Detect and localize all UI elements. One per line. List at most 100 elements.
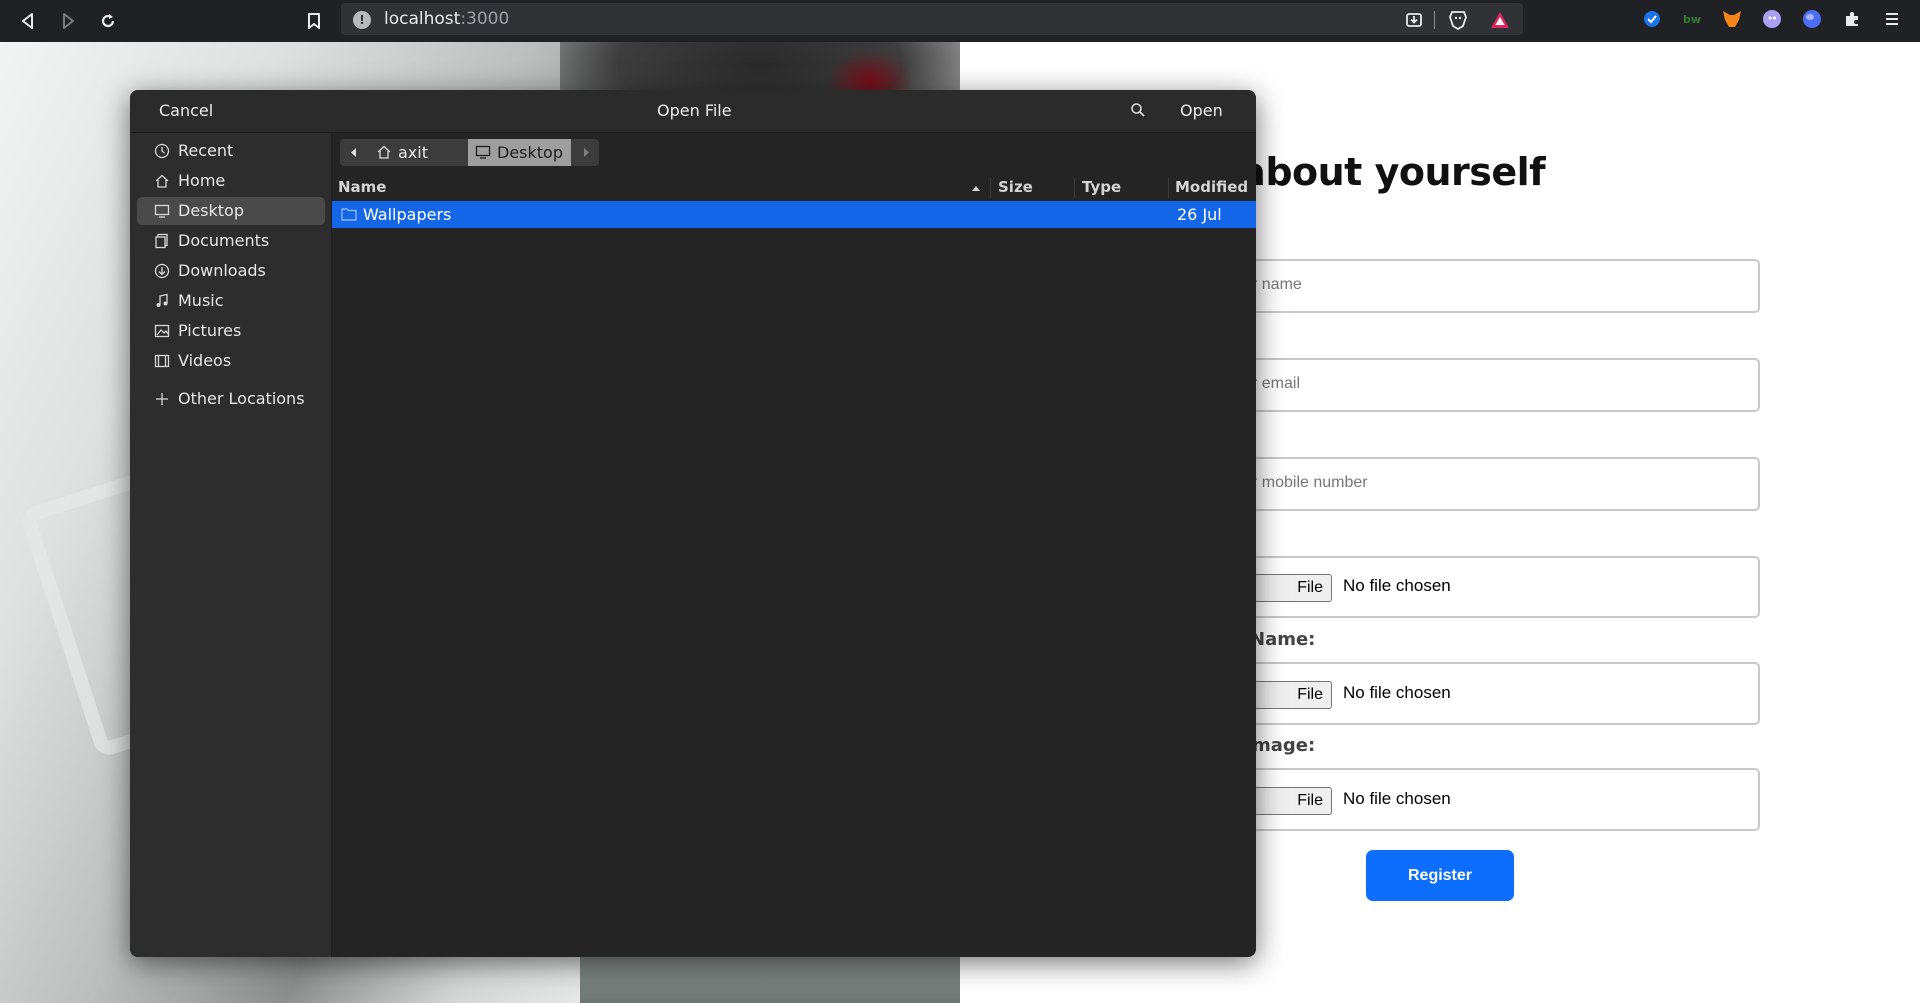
- choose-file-button[interactable]: File: [1250, 574, 1332, 602]
- folder-icon: [341, 208, 357, 221]
- choose-file-button[interactable]: File: [1250, 681, 1332, 709]
- file-name: Wallpapers: [363, 205, 452, 224]
- extension-fox-button[interactable]: [1720, 7, 1744, 31]
- forward-arrow-icon: [63, 13, 74, 29]
- file-row[interactable]: Wallpapers 26 Jul: [332, 201, 1256, 228]
- address-bar[interactable]: ! localhost:3000: [341, 3, 1523, 35]
- sidebar-item-videos[interactable]: Videos: [137, 347, 325, 375]
- extension-globe-button[interactable]: [1800, 7, 1824, 31]
- search-button[interactable]: [1130, 102, 1150, 122]
- sidebar-item-documents[interactable]: Documents: [137, 227, 325, 255]
- column-modified[interactable]: Modified: [1175, 178, 1248, 196]
- chevron-left-icon: [351, 148, 356, 157]
- sidebar-item-label: Downloads: [178, 261, 266, 280]
- extension-check-button[interactable]: [1640, 7, 1664, 31]
- site-info-icon[interactable]: !: [353, 11, 371, 29]
- mobile-placeholder: r mobile number: [1252, 474, 1368, 491]
- file-input-3[interactable]: File No file chosen: [1180, 768, 1760, 831]
- sidebar-item-downloads[interactable]: Downloads: [137, 257, 325, 285]
- desktop-icon: [154, 204, 170, 218]
- extensions-button[interactable]: [1840, 7, 1864, 31]
- sidebar-item-label: Music: [178, 291, 224, 310]
- reload-icon: [101, 14, 115, 28]
- cancel-button[interactable]: Cancel: [159, 101, 213, 120]
- check-badge-icon: [1644, 11, 1660, 27]
- path-forward-button[interactable]: [571, 139, 599, 166]
- desktop-icon: [475, 145, 491, 159]
- register-button[interactable]: Register: [1366, 850, 1514, 901]
- ghost-icon: [1763, 10, 1781, 28]
- email-input[interactable]: r email: [1180, 358, 1760, 412]
- file-input-1[interactable]: File No file chosen: [1180, 556, 1760, 618]
- file-label-image: mage:: [1252, 735, 1316, 756]
- open-button[interactable]: Open: [1180, 101, 1223, 120]
- rewards-button[interactable]: [1489, 9, 1511, 31]
- file-status: No file chosen: [1343, 576, 1451, 595]
- plus-icon: [156, 393, 168, 405]
- sidebar-item-desktop[interactable]: Desktop: [137, 197, 325, 225]
- videos-icon: [154, 354, 170, 368]
- fox-icon: [1723, 11, 1741, 27]
- sidebar-item-recent[interactable]: Recent: [137, 137, 325, 165]
- path-segment-desktop[interactable]: Desktop: [468, 139, 571, 166]
- sidebar-item-label: Desktop: [178, 201, 244, 220]
- dialog-title: Open File: [657, 101, 732, 120]
- sidebar-item-label: Recent: [178, 141, 234, 160]
- mobile-input[interactable]: r mobile number: [1180, 457, 1760, 511]
- column-name[interactable]: Name: [338, 178, 386, 196]
- sidebar-item-pictures[interactable]: Pictures: [137, 317, 325, 345]
- column-separator: [990, 178, 991, 198]
- url-separator: [1434, 11, 1435, 29]
- puzzle-icon: [1846, 12, 1858, 26]
- sidebar-item-music[interactable]: Music: [137, 287, 325, 315]
- email-placeholder: r email: [1252, 375, 1301, 392]
- open-file-dialog: Cancel Open File Open Recent Home Deskto…: [130, 90, 1256, 957]
- path-segment-label: Desktop: [497, 143, 563, 162]
- extension-ghost-button[interactable]: [1760, 7, 1784, 31]
- chevron-right-icon: [584, 148, 589, 157]
- column-size[interactable]: Size: [998, 178, 1033, 196]
- sort-ascending-icon: [972, 186, 980, 191]
- url-text: localhost:3000: [384, 9, 510, 29]
- column-separator: [1074, 178, 1075, 198]
- download-icon: [1406, 13, 1422, 27]
- sidebar-item-label: Pictures: [178, 321, 242, 340]
- bookmark-icon: [308, 13, 320, 29]
- download-icon: [154, 263, 170, 279]
- search-icon: [1131, 103, 1145, 117]
- forward-button[interactable]: [52, 5, 84, 37]
- file-status: No file chosen: [1343, 789, 1451, 808]
- shields-button[interactable]: [1447, 9, 1469, 31]
- pictures-icon: [154, 324, 170, 338]
- dialog-header: Cancel Open File Open: [130, 90, 1256, 133]
- home-icon: [377, 145, 391, 159]
- hamburger-menu-icon: [1886, 13, 1898, 25]
- path-back-button[interactable]: [340, 139, 368, 166]
- extension-bw-button[interactable]: bw: [1680, 7, 1704, 31]
- globe-icon: [1803, 10, 1821, 28]
- file-input-2[interactable]: File No file chosen: [1180, 662, 1760, 725]
- clock-icon: [154, 143, 170, 159]
- choose-file-button[interactable]: File: [1250, 787, 1332, 815]
- file-list-header: Name Size Type Modified: [332, 176, 1256, 200]
- browser-toolbar: ! localhost:3000 bw: [0, 0, 1920, 42]
- install-app-button[interactable]: [1403, 9, 1425, 31]
- bookmark-button[interactable]: [298, 5, 330, 37]
- name-input[interactable]: r name: [1180, 259, 1760, 313]
- places-sidebar: Recent Home Desktop Documents Downloads …: [130, 133, 332, 957]
- file-label-name: Name:: [1250, 629, 1316, 650]
- back-button[interactable]: [12, 5, 44, 37]
- reload-button[interactable]: [92, 5, 124, 37]
- sidebar-item-home[interactable]: Home: [137, 167, 325, 195]
- menu-button[interactable]: [1880, 7, 1904, 31]
- column-separator: [1168, 178, 1169, 198]
- sidebar-item-other-locations[interactable]: Other Locations: [137, 385, 325, 413]
- lion-shield-icon: [1449, 11, 1467, 30]
- home-icon: [155, 174, 169, 188]
- sidebar-item-label: Home: [178, 171, 226, 190]
- back-arrow-icon: [22, 13, 33, 29]
- path-segment-home[interactable]: axit: [368, 139, 468, 166]
- path-segment-label: axit: [398, 143, 428, 162]
- column-type[interactable]: Type: [1082, 178, 1121, 196]
- rewards-triangle-icon: [1491, 12, 1509, 28]
